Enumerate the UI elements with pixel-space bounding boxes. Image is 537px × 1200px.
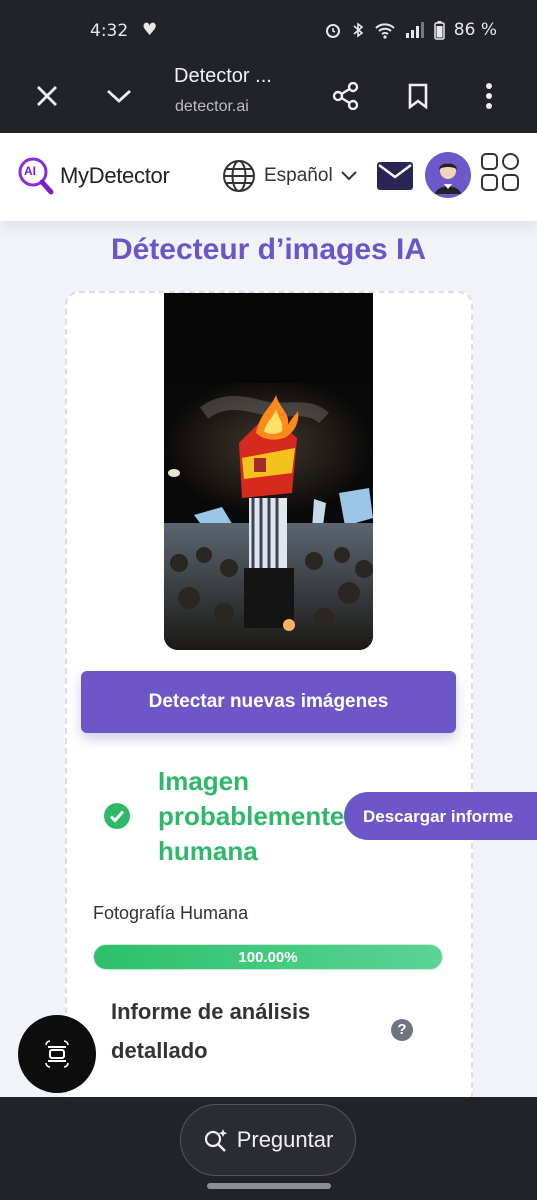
system-icons: 86 % — [324, 20, 497, 40]
page-title: Détecteur d’images IA — [110, 233, 427, 266]
alarm-icon — [325, 24, 340, 38]
logo-badge: AI — [24, 164, 36, 178]
status-time: 4:32 — [90, 21, 129, 41]
download-report-button[interactable]: Descargar informe — [344, 792, 537, 840]
help-icon[interactable]: ? — [391, 1019, 413, 1041]
home-indicator[interactable] — [207, 1183, 331, 1189]
magnifier-logo-icon: AI — [18, 157, 54, 195]
result-line-1: Imagen — [158, 766, 250, 796]
heart-icon: ♥ — [142, 20, 158, 40]
uploaded-image — [164, 293, 373, 650]
browser-toolbar: Detector ... detector.ai — [0, 60, 537, 133]
chevron-down-icon — [340, 171, 357, 181]
report-heading: Informe de análisis detallado — [111, 992, 371, 1070]
share-icon[interactable] — [324, 74, 368, 118]
logo-text: MyDetector — [60, 163, 170, 188]
confidence-bar: 100.00% — [93, 944, 443, 970]
close-icon[interactable] — [25, 74, 69, 118]
browser-page-title[interactable]: Detector ... — [174, 65, 272, 88]
bluetooth-icon — [353, 22, 364, 38]
result-line-2: probablemente — [158, 801, 345, 831]
signal-icon — [405, 22, 424, 38]
ask-button[interactable]: Preguntar — [180, 1104, 356, 1176]
language-label: Español — [264, 165, 333, 186]
ask-label: Preguntar — [236, 1127, 334, 1152]
report-heading-line-2: detallado — [111, 1038, 208, 1063]
confidence-text: 100.00% — [238, 949, 298, 966]
battery-icon — [434, 20, 445, 40]
site-logo[interactable]: AI MyDetector — [18, 157, 170, 195]
result-verdict: Imagen probablemente humana — [158, 764, 368, 869]
detect-new-images-button[interactable]: Detectar nuevas imágenes — [81, 671, 456, 733]
site-header: AI MyDetector Español — [0, 133, 537, 221]
chevron-down-icon[interactable] — [97, 74, 141, 118]
wifi-icon — [375, 23, 395, 39]
mail-icon[interactable] — [377, 162, 413, 195]
more-icon[interactable] — [467, 74, 511, 118]
sparkle-search-icon — [204, 1129, 227, 1152]
status-bar: 4:32 ♥ 86 % — [0, 0, 537, 60]
check-icon — [104, 803, 130, 829]
avatar-icon[interactable] — [425, 152, 471, 198]
report-heading-line-1: Informe de análisis — [111, 999, 311, 1024]
classification-label: Fotografía Humana — [93, 903, 249, 923]
result-line-3: humana — [158, 836, 258, 866]
language-selector[interactable]: Español — [222, 159, 357, 193]
browser-url[interactable]: detector.ai — [175, 98, 249, 116]
scan-floating-button[interactable] — [18, 1015, 96, 1093]
apps-grid-icon[interactable] — [481, 153, 519, 196]
battery-level: 86 % — [453, 20, 497, 40]
globe-icon — [223, 160, 255, 192]
bookmark-icon[interactable] — [396, 74, 440, 118]
scan-icon — [45, 1040, 69, 1068]
